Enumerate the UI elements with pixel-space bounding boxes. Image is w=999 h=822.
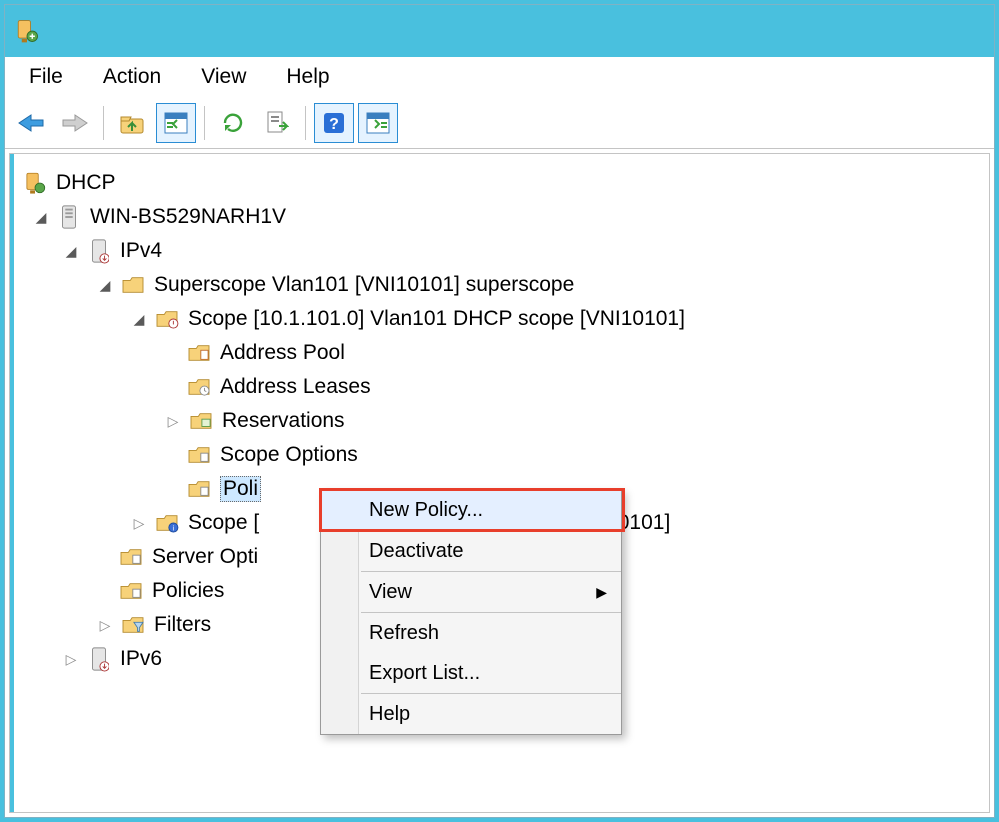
expand-toggle-icon[interactable]: ▷	[130, 514, 148, 532]
folder-icon	[118, 578, 144, 604]
expand-toggle-icon[interactable]: ▷	[62, 650, 80, 668]
toolbar-details-pane[interactable]	[156, 103, 196, 143]
tree-label: Poli	[223, 477, 258, 500]
svg-text:?: ?	[329, 116, 339, 133]
tree-label: Filters	[154, 613, 211, 637]
context-menu-label: View	[369, 581, 412, 604]
tree-node-reservations[interactable]: ▷ Reservations	[18, 404, 981, 438]
tree-panel: DHCP ◢ WIN-BS529NARH1V ◢ IPv4 ◢	[9, 153, 990, 813]
submenu-arrow-icon: ▶	[596, 584, 607, 601]
tree-label: IPv6	[120, 647, 162, 671]
scope-folder-icon	[154, 306, 180, 332]
context-menu-label: Help	[369, 703, 410, 726]
folder-icon	[186, 442, 212, 468]
filter-folder-icon	[120, 612, 146, 638]
folder-icon	[186, 340, 212, 366]
menu-view[interactable]: View	[183, 61, 264, 93]
titlebar	[5, 5, 994, 57]
scope-folder-icon: i	[154, 510, 180, 536]
server-icon	[56, 204, 82, 230]
context-menu-view[interactable]: View ▶	[321, 572, 621, 612]
tree-label: Server Opti	[152, 545, 258, 569]
tree-label: Scope Options	[220, 443, 358, 467]
expand-toggle-icon[interactable]: ◢	[32, 208, 50, 226]
toolbar-refresh[interactable]	[213, 103, 253, 143]
tree-node-address-leases[interactable]: Address Leases	[18, 370, 981, 404]
expand-toggle-icon[interactable]: ▷	[96, 616, 114, 634]
expand-toggle-icon[interactable]: ▷	[164, 412, 182, 430]
tree-label: IPv4	[120, 239, 162, 263]
tree-node-scope-options[interactable]: Scope Options	[18, 438, 981, 472]
menu-action[interactable]: Action	[85, 61, 179, 93]
context-menu-deactivate[interactable]: Deactivate	[321, 531, 621, 571]
tree-label: Scope [	[188, 511, 259, 535]
dhcp-root-icon	[22, 170, 48, 196]
tree-label: Superscope Vlan101 [VNI10101] superscope	[154, 273, 574, 297]
context-menu-label: Refresh	[369, 622, 439, 645]
tree-label: Reservations	[222, 409, 345, 433]
toolbar-sep-1	[103, 106, 104, 140]
folder-icon	[120, 272, 146, 298]
toolbar-action-pane[interactable]	[358, 103, 398, 143]
toolbar: ?	[5, 97, 994, 149]
menubar: File Action View Help	[5, 57, 994, 97]
tree-label: DHCP	[56, 171, 116, 195]
toolbar-back[interactable]	[11, 103, 51, 143]
dhcp-mmc-window: File Action View Help ?	[4, 4, 995, 818]
context-menu-label: New Policy...	[369, 499, 483, 522]
tree-label: Policies	[152, 579, 224, 603]
folder-icon	[186, 374, 212, 400]
toolbar-sep-3	[305, 106, 306, 140]
tree-node-address-pool[interactable]: Address Pool	[18, 336, 981, 370]
tree-node-ipv4[interactable]: ◢ IPv4	[18, 234, 981, 268]
toolbar-forward[interactable]	[55, 103, 95, 143]
toolbar-export[interactable]	[257, 103, 297, 143]
context-menu-label: Deactivate	[369, 540, 464, 563]
tree-node-scope-1[interactable]: ◢ Scope [10.1.101.0] Vlan101 DHCP scope …	[18, 302, 981, 336]
menu-file[interactable]: File	[11, 61, 81, 93]
menu-help[interactable]: Help	[268, 61, 347, 93]
folder-icon	[186, 476, 212, 502]
ipv4-icon	[86, 238, 112, 264]
context-menu-refresh[interactable]: Refresh	[321, 613, 621, 653]
app-icon	[13, 17, 41, 45]
toolbar-sep-2	[204, 106, 205, 140]
tree-node-superscope[interactable]: ◢ Superscope Vlan101 [VNI10101] supersco…	[18, 268, 981, 302]
context-menu: New Policy... Deactivate View ▶ Refresh …	[320, 489, 622, 735]
toolbar-up-folder[interactable]	[112, 103, 152, 143]
tree-label: Scope [10.1.101.0] Vlan101 DHCP scope [V…	[188, 307, 685, 331]
folder-icon	[118, 544, 144, 570]
context-menu-help[interactable]: Help	[321, 694, 621, 734]
expand-toggle-icon[interactable]: ◢	[62, 242, 80, 260]
context-menu-export-list[interactable]: Export List...	[321, 653, 621, 693]
tree-node-dhcp-root[interactable]: DHCP	[18, 166, 981, 200]
toolbar-help[interactable]: ?	[314, 103, 354, 143]
tree-label: Address Pool	[220, 341, 345, 365]
context-menu-new-policy[interactable]: New Policy...	[321, 490, 621, 530]
tree-node-server[interactable]: ◢ WIN-BS529NARH1V	[18, 200, 981, 234]
ipv6-icon	[86, 646, 112, 672]
folder-icon	[188, 408, 214, 434]
tree-label: Address Leases	[220, 375, 371, 399]
tree-label: WIN-BS529NARH1V	[90, 205, 286, 229]
expand-toggle-icon[interactable]: ◢	[96, 276, 114, 294]
expand-toggle-icon[interactable]: ◢	[130, 310, 148, 328]
context-menu-label: Export List...	[369, 662, 480, 685]
